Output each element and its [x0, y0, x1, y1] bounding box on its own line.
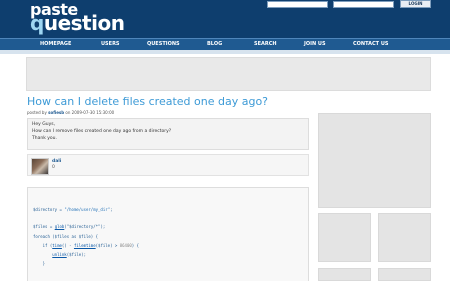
site-header: paste question LOGIN	[0, 0, 450, 38]
code-block: $directory = "/home/user/my_dir"; $files…	[27, 187, 309, 281]
logo-rest-text: uestion	[43, 11, 125, 35]
login-button[interactable]: LOGIN	[400, 0, 431, 8]
answer-author-link[interactable]: dali	[52, 159, 61, 164]
answer-header: dali 0	[27, 154, 309, 176]
question-line: Thank you.	[32, 136, 57, 141]
top-ad-banner	[26, 57, 431, 91]
sidebar-ad-small	[378, 213, 431, 262]
avatar[interactable]	[31, 158, 49, 175]
meta-prefix: posted by	[27, 110, 49, 115]
nav-subbar	[0, 50, 450, 54]
question-meta: posted by sofiesb on 2009-07-30 15:30:00	[27, 110, 114, 115]
code-line: }	[33, 261, 46, 266]
code-line: unlink($file);	[52, 252, 86, 257]
code-line: $files = glob("$directory/*");	[33, 224, 106, 229]
answer-score: 0	[52, 165, 55, 170]
code-line: foreach ($files as $file) {	[33, 234, 99, 239]
password-input[interactable]	[333, 1, 394, 8]
question-body: Hey Guys, How can I remove files created…	[27, 118, 309, 150]
sidebar-ad-large	[318, 113, 431, 208]
logo-bottom-text: question	[30, 11, 125, 35]
question-line: Hey Guys,	[32, 122, 56, 127]
main-nav: HOMEPAGE USERS QUESTIONS BLOG SEARCH JOI…	[0, 38, 450, 50]
code-line: if (time() - filemtime($file) > 86400) {	[33, 243, 140, 248]
sidebar-ad-small	[318, 213, 371, 262]
meta-date: on 2009-07-30 15:30:00	[64, 110, 115, 115]
username-input[interactable]	[267, 1, 328, 8]
question-title[interactable]: How can I delete files created one day a…	[27, 95, 268, 108]
code-line: $directory = "/home/user/my_dir";	[33, 207, 113, 212]
logo-q-letter: q	[30, 11, 44, 35]
question-author-link[interactable]: sofiesb	[48, 110, 64, 115]
question-line: How can I remove files created one day a…	[32, 129, 172, 134]
sidebar-ad-small	[378, 268, 431, 281]
sidebar-ad-small	[318, 268, 371, 281]
